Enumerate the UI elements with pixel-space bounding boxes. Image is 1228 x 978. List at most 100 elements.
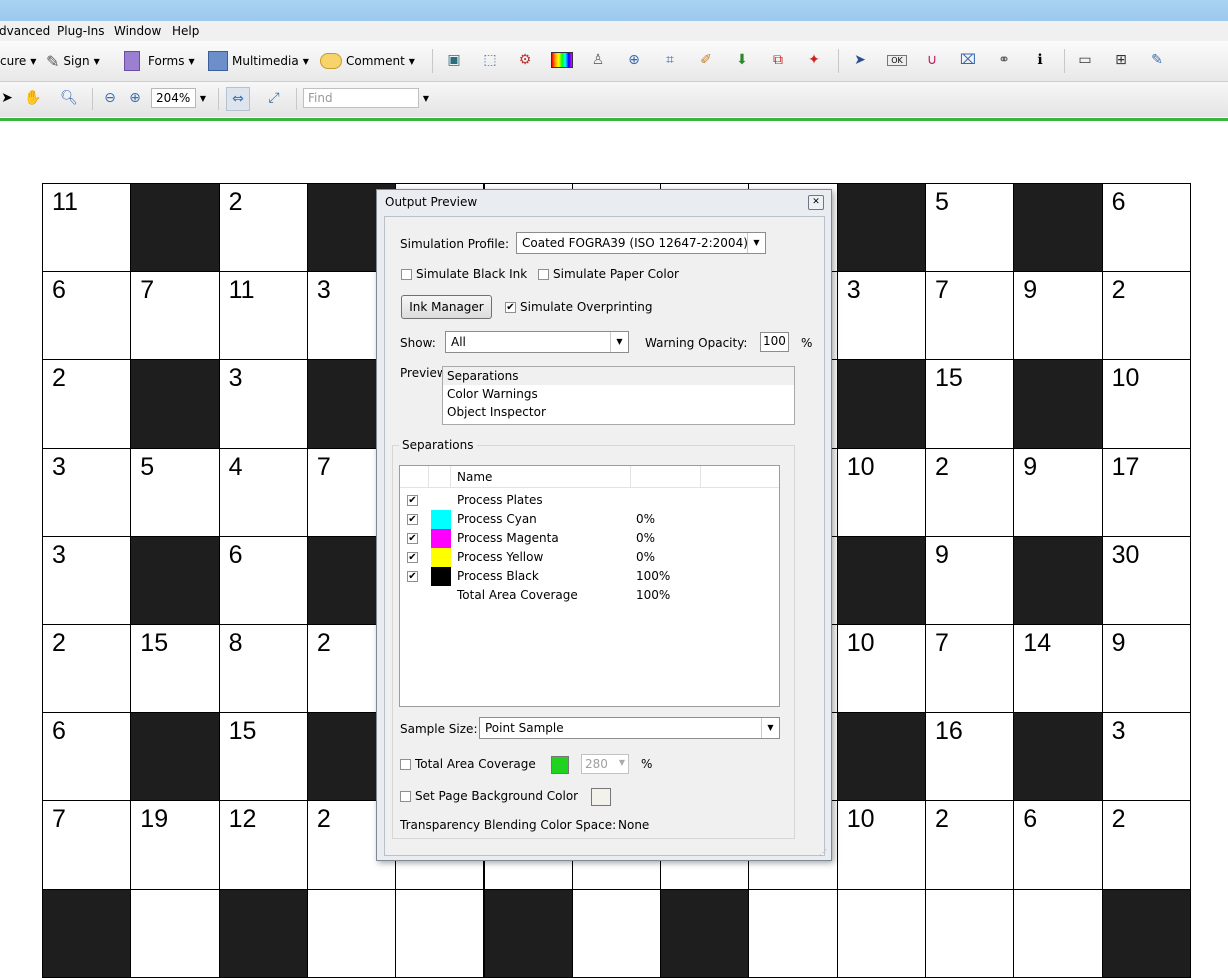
simulate-paper-color-checkbox[interactable] — [538, 269, 549, 280]
warning-opacity-input[interactable]: 100 — [760, 332, 789, 352]
flatten-icon[interactable]: ✦ — [803, 49, 825, 71]
download-icon[interactable]: ⬇ — [731, 49, 753, 71]
separation-checkbox[interactable]: ✔ — [407, 514, 418, 525]
toolbar-separator — [432, 49, 433, 73]
multimedia-menu-button[interactable]: Multimedia ▼ — [208, 51, 309, 71]
zoom-in-icon[interactable]: ⊕ — [124, 87, 146, 109]
coverage-limit-value: 280 — [585, 757, 608, 771]
cell-number: 10 — [846, 805, 875, 834]
convert-pages-icon[interactable]: ⧉ — [767, 49, 789, 71]
forms-menu-button[interactable]: Forms ▼ — [124, 51, 195, 71]
menu-window[interactable]: Window — [114, 24, 161, 38]
grid-black-cell — [1101, 888, 1191, 978]
header-name-column[interactable]: Name — [450, 466, 631, 487]
grid-cell: 9 — [1013, 447, 1103, 537]
comment-menu-button[interactable]: Comment ▼ — [320, 51, 415, 71]
separation-row[interactable]: ✔ Process Magenta 0% — [400, 529, 779, 548]
separation-checkbox[interactable]: ✔ — [407, 533, 418, 544]
separation-row[interactable]: ✔ Process Yellow 0% — [400, 548, 779, 567]
zoom-tool-icon[interactable]: 🔍︎ — [58, 87, 80, 109]
grid-cell: 2 — [42, 624, 132, 714]
chevron-down-icon: ▼ — [302, 56, 309, 66]
preflight-icon[interactable]: ⚙ — [514, 49, 536, 71]
info-icon[interactable]: ℹ — [1029, 49, 1051, 71]
output-preview-dialog: Output Preview ✕ Simulation Profile: Coa… — [376, 189, 832, 861]
form-edit-icon[interactable]: ✎ — [1146, 49, 1168, 71]
separation-checkbox[interactable]: ✔ — [407, 571, 418, 582]
simulate-black-ink-checkbox[interactable] — [401, 269, 412, 280]
select-arrow-icon[interactable]: ➤ — [0, 87, 18, 109]
cell-number: 30 — [1111, 540, 1140, 569]
color-bars-icon[interactable] — [551, 49, 573, 71]
cell-number: 7 — [935, 276, 949, 305]
sign-menu-button[interactable]: ✎ Sign ▼ — [46, 51, 100, 71]
cell-number: 9 — [1111, 629, 1126, 657]
grid-cell: 3 — [42, 535, 132, 625]
set-page-bg-checkbox[interactable] — [400, 791, 411, 802]
resize-grip-icon[interactable]: ⋰ — [819, 848, 829, 858]
path-tool-icon[interactable]: ∪ — [921, 49, 943, 71]
header-percent-column[interactable] — [630, 466, 701, 487]
crop-tool-icon[interactable]: ⌧ — [957, 49, 979, 71]
page-bg-color-swatch[interactable] — [591, 788, 611, 806]
forms-icon — [124, 51, 140, 71]
preview-option-separations[interactable]: Separations — [443, 367, 794, 385]
cell-number: 3 — [316, 276, 331, 305]
cell-number: 15 — [228, 717, 257, 746]
text-field-icon[interactable]: ▭ — [1074, 49, 1096, 71]
separation-name: Process Black — [457, 569, 539, 583]
menu-help[interactable]: Help — [172, 24, 199, 38]
secure-menu-button[interactable]: cure ▼ — [0, 51, 36, 71]
cell-number: 6 — [52, 276, 66, 305]
simulate-overprinting-label: Simulate Overprinting — [520, 300, 653, 314]
separation-row[interactable]: ✔ Process Plates — [400, 491, 779, 510]
preview-option-object-inspector[interactable]: Object Inspector — [443, 403, 794, 421]
chevron-down-icon: ▼ — [188, 56, 195, 66]
separation-checkbox[interactable]: ✔ — [407, 552, 418, 563]
cell-number: 7 — [316, 452, 331, 481]
simulate-overprinting-checkbox[interactable]: ✔ — [505, 302, 516, 313]
menu-plugins[interactable]: Plug-Ins — [57, 24, 105, 38]
simulation-profile-select[interactable]: Coated FOGRA39 (ISO 12647-2:2004) ▼ — [516, 232, 766, 254]
separation-row[interactable]: Total Area Coverage 100% — [400, 586, 779, 605]
hand-tool-icon[interactable]: ✋ — [22, 87, 44, 109]
separation-color-swatch — [431, 548, 451, 567]
close-icon[interactable]: ✕ — [808, 195, 824, 210]
preview-option-color-warnings[interactable]: Color Warnings — [443, 385, 794, 403]
grid-cell: 3 — [42, 447, 132, 537]
grid-cell — [571, 888, 662, 978]
sample-size-select[interactable]: Point Sample ▼ — [479, 717, 780, 739]
chevron-down-icon: ▼ — [747, 233, 765, 253]
registration-target-icon[interactable]: ⊕ — [623, 49, 645, 71]
cell-number: 7 — [52, 805, 66, 834]
cell-number: 6 — [228, 540, 243, 569]
number-field-icon[interactable]: ⊞ — [1110, 49, 1132, 71]
crop-area-icon[interactable]: ⬚ — [479, 49, 501, 71]
cell-number: 9 — [1023, 276, 1038, 305]
ok-icon[interactable]: OK — [884, 49, 910, 71]
trim-icon[interactable]: ⌗ — [659, 49, 681, 71]
zoom-level-input[interactable]: 204% — [151, 88, 196, 108]
arrow-select-icon[interactable]: ➤ — [849, 49, 871, 71]
warning-opacity-label: Warning Opacity: — [645, 336, 748, 350]
fit-page-icon[interactable]: ⤢ — [263, 87, 285, 109]
cell-number: 2 — [52, 364, 66, 393]
coverage-limit-input[interactable]: 280 ▼ — [581, 754, 629, 774]
coverage-color-swatch[interactable] — [551, 756, 569, 774]
output-preview-icon[interactable]: ▣ — [443, 49, 465, 71]
menu-advanced[interactable]: dvanced — [0, 24, 50, 38]
edit-object-icon[interactable]: ✐ — [695, 49, 717, 71]
show-select[interactable]: All ▼ — [445, 331, 629, 353]
cell-number: 17 — [1111, 452, 1140, 481]
ink-manager-button[interactable]: Ink Manager — [401, 295, 492, 319]
find-input[interactable]: Find — [303, 88, 419, 108]
grid-cell: 11 — [218, 271, 308, 361]
link-icon[interactable]: ⚭ — [993, 49, 1015, 71]
total-area-coverage-checkbox[interactable] — [400, 759, 411, 770]
ink-flask-icon[interactable]: ♙ — [587, 49, 609, 71]
separation-checkbox[interactable]: ✔ — [407, 495, 418, 506]
separation-row[interactable]: ✔ Process Black 100% — [400, 567, 779, 586]
separation-row[interactable]: ✔ Process Cyan 0% — [400, 510, 779, 529]
zoom-out-icon[interactable]: ⊖ — [99, 87, 121, 109]
fit-width-icon[interactable]: ⇔ — [226, 87, 250, 111]
